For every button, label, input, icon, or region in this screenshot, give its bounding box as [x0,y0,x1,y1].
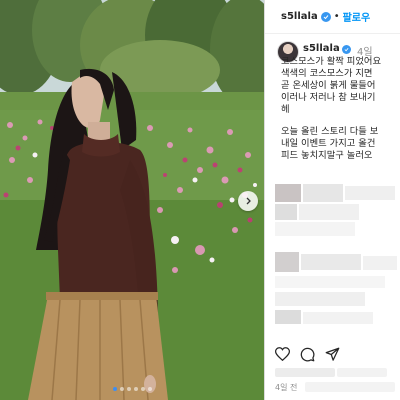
caption-line: 코스모스가 활짝 피었어요 [281,56,381,67]
post-panel: s5llala • 팔로우 s5llala 4일 코스모스가 활짝 피었어요 색색… [264,0,400,400]
chevron-right-icon [246,197,251,205]
caption-line: 오늘 올린 스토리 다들 보 [281,126,379,137]
verified-badge-icon [320,11,331,22]
woman-figure [28,68,168,400]
comment-button[interactable] [300,347,315,362]
carousel-dot[interactable] [133,387,138,391]
header-username[interactable]: s5llala [281,11,318,22]
send-icon [325,347,340,361]
share-button[interactable] [325,347,340,362]
blurred-likes [337,368,387,377]
blurred-likes [275,368,335,377]
like-button[interactable] [275,347,290,361]
header-separator: • [333,11,340,22]
caption-line: 색색의 코스모스가 지면 [281,68,373,79]
caption-line: 헤 [281,104,290,115]
caption-line: 피드 놓치지말구 놀러오 [281,150,373,161]
caption-line: 내일 이벤트 가지고 올건 [281,138,376,149]
carousel-dot[interactable] [119,387,124,391]
post-age: 4일 전 [275,383,298,392]
heart-icon [275,347,290,361]
carousel-dot[interactable] [112,387,117,391]
blurred-comments [271,182,400,362]
post-actions [275,344,397,364]
carousel-dot[interactable] [140,387,145,391]
carousel-dot[interactable] [147,387,152,391]
blurred-comment-box [305,382,395,392]
caption-line: 이러나 저러나 참 보내기 [281,92,376,103]
post-photo[interactable] [0,0,264,400]
caption-username[interactable]: s5llala [303,43,351,54]
carousel-next-button[interactable] [238,191,258,211]
caption-username-text: s5llala [303,43,340,54]
carousel-dot[interactable] [126,387,131,391]
follow-button[interactable]: 팔로우 [343,9,371,24]
carousel-dots [0,387,264,391]
caption-line: 곧 온세상이 붉게 물들어 [281,80,376,91]
comment-icon [300,347,315,361]
verified-badge-icon [341,45,351,54]
caption-text: 코스모스가 활짝 피었어요 색색의 코스모스가 지면 곧 온세상이 붉게 물들어 이러… [281,56,400,162]
post-header: s5llala • 팔로우 [265,0,400,34]
